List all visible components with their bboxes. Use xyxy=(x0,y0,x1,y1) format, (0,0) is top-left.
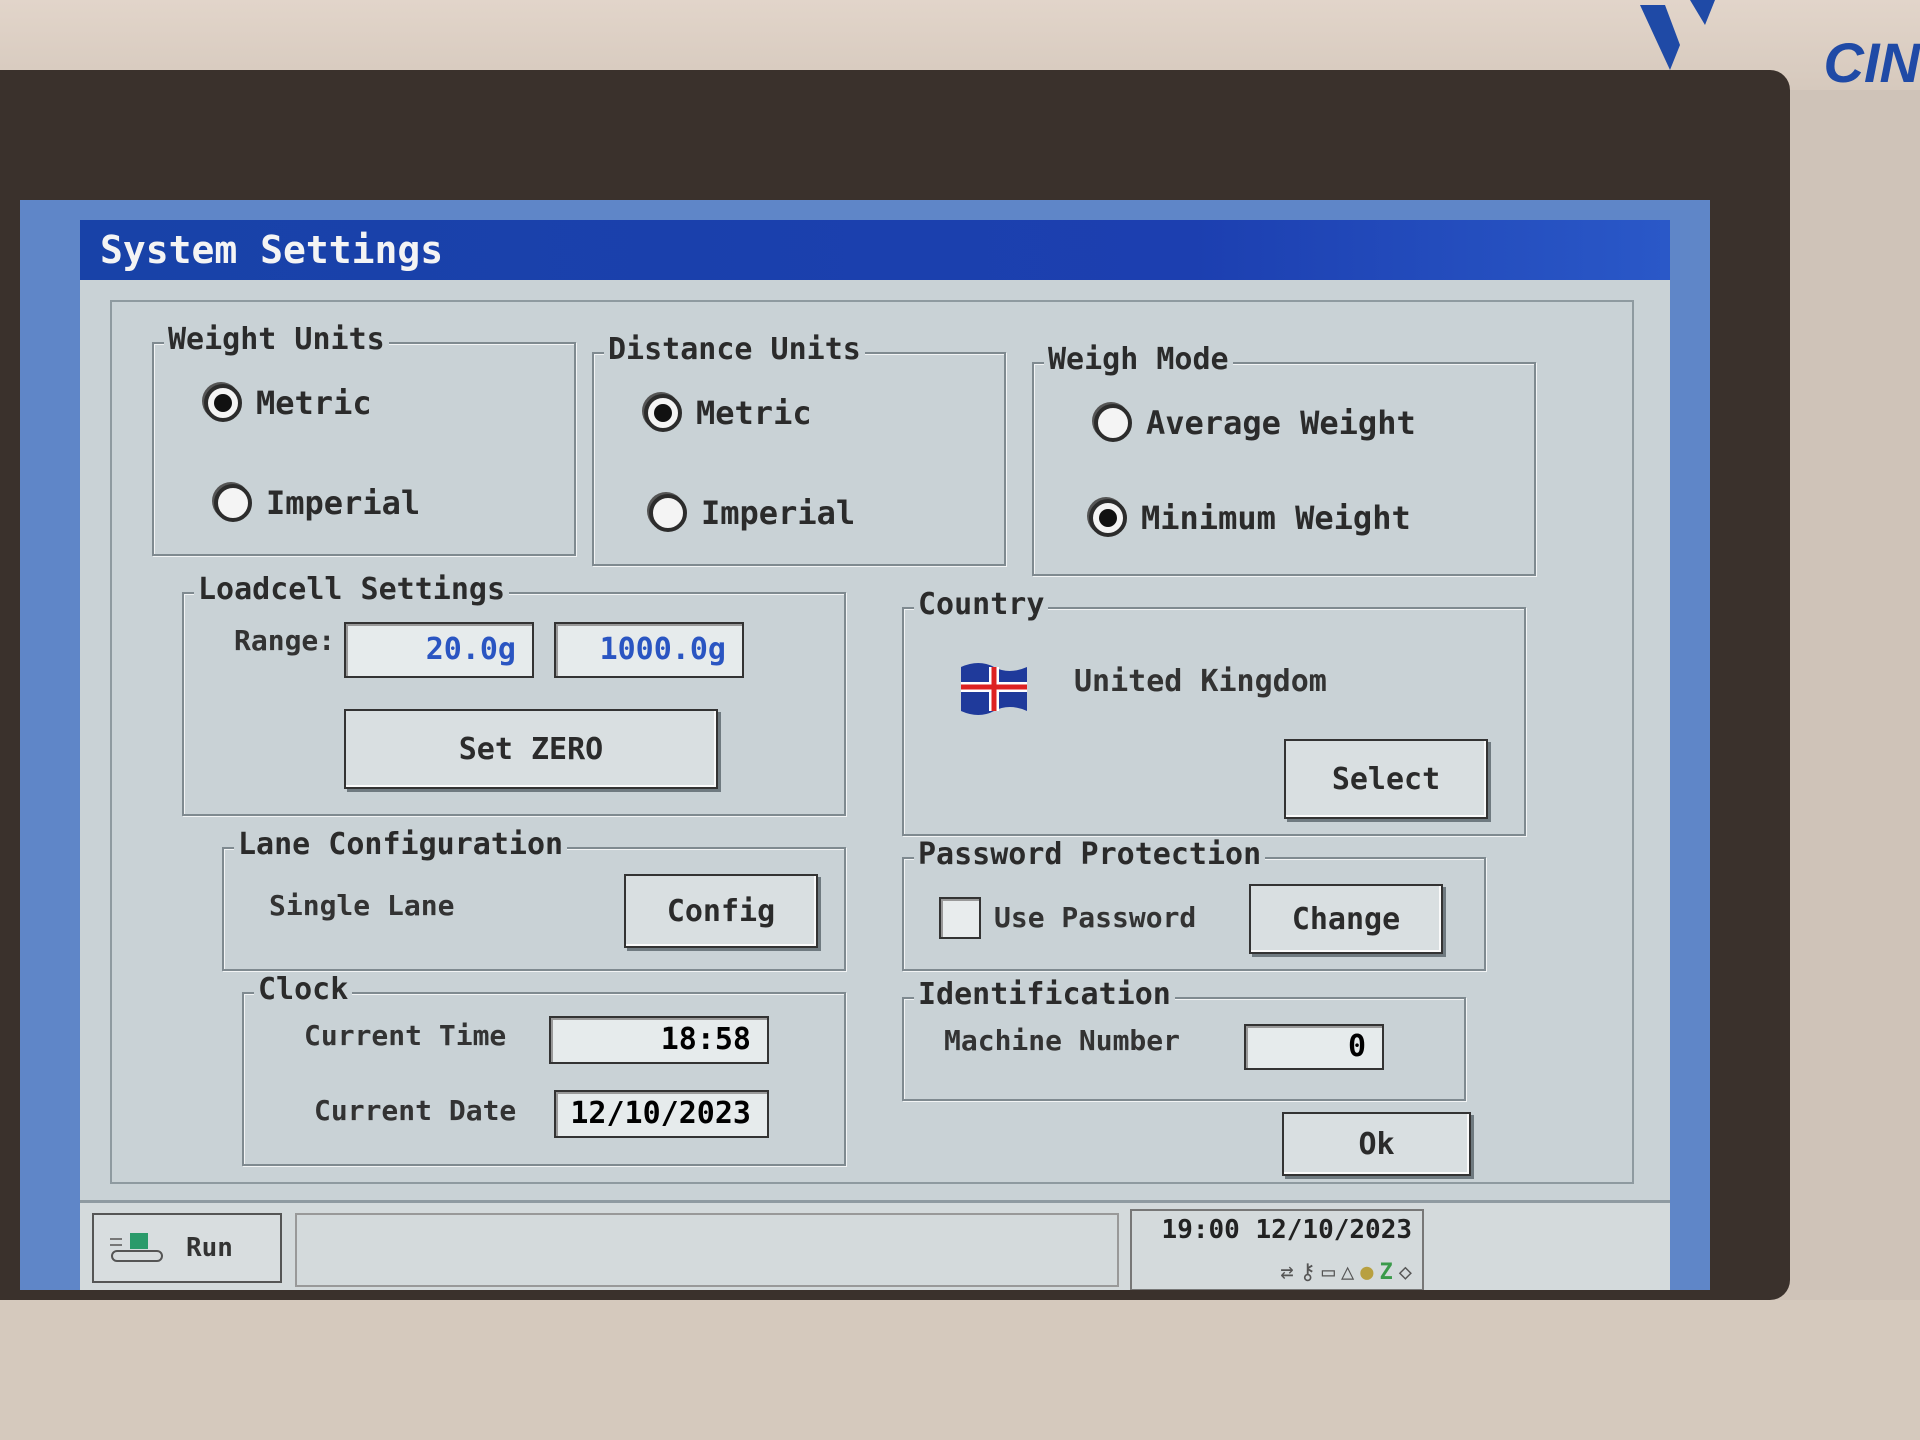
password-protection-group: Password Protection Use Password Change xyxy=(902,837,1486,971)
screen-frame: System Settings Weight Units Metric Impe… xyxy=(0,70,1790,1300)
screen: System Settings Weight Units Metric Impe… xyxy=(20,200,1710,1290)
group-title: Weight Units xyxy=(164,322,389,357)
radio-selected-icon xyxy=(1089,499,1127,537)
window-title: System Settings xyxy=(80,220,1670,280)
lane-configuration-group: Lane Configuration Single Lane Config xyxy=(222,827,846,971)
lane-value: Single Lane xyxy=(269,889,455,922)
range-min-field[interactable]: 20.0g xyxy=(344,622,534,678)
machine-number-label: Machine Number xyxy=(944,1024,1181,1057)
radio-unselected-icon xyxy=(1094,404,1132,442)
distance-units-group: Distance Units Metric Imperial xyxy=(592,332,1006,566)
set-zero-button[interactable]: Set ZERO xyxy=(344,709,718,789)
key-icon: ⚷ xyxy=(1299,1260,1316,1285)
loadcell-settings-group: Loadcell Settings Range: 20.0g 1000.0g S… xyxy=(182,572,846,816)
weight-imperial-radio[interactable]: Imperial xyxy=(214,484,420,522)
change-password-button[interactable]: Change xyxy=(1249,884,1443,954)
weight-metric-radio[interactable]: Metric xyxy=(204,384,372,422)
group-title: Loadcell Settings xyxy=(194,572,510,607)
current-date-field[interactable]: 12/10/2023 xyxy=(554,1090,769,1138)
group-title: Lane Configuration xyxy=(234,827,568,862)
run-button[interactable]: Run xyxy=(92,1213,282,1283)
group-title: Identification xyxy=(914,977,1175,1012)
ok-button[interactable]: Ok xyxy=(1282,1112,1471,1176)
radio-selected-icon xyxy=(644,394,682,432)
box-icon: ◇ xyxy=(1398,1260,1412,1285)
run-label: Run xyxy=(186,1233,233,1263)
group-title: Country xyxy=(914,587,1049,622)
device-bezel-bottom xyxy=(0,1300,1920,1440)
radio-unselected-icon xyxy=(649,494,687,532)
range-label: Range: xyxy=(234,624,336,657)
conveyor-icon xyxy=(110,1233,163,1262)
country-group: Country United Kingdom Select xyxy=(902,587,1526,836)
weigh-mode-group: Weigh Mode Average Weight Minimum Weight xyxy=(1032,342,1536,576)
uk-flag-icon xyxy=(961,663,1027,715)
taskbar: Run 19:00 12/10/2023 ⇄ ⚷ ▭ △ ● Z ◇ xyxy=(80,1200,1670,1290)
task-area xyxy=(295,1213,1119,1287)
minimum-weight-radio[interactable]: Minimum Weight xyxy=(1089,499,1411,537)
status-datetime: 19:00 12/10/2023 xyxy=(1161,1215,1412,1245)
group-title: Distance Units xyxy=(604,332,865,367)
current-date-label: Current Date xyxy=(314,1094,517,1127)
distance-imperial-radio[interactable]: Imperial xyxy=(649,494,855,532)
weight-units-group: Weight Units Metric Imperial xyxy=(152,322,576,556)
country-name: United Kingdom xyxy=(1074,664,1327,699)
group-title: Weigh Mode xyxy=(1044,342,1233,377)
select-country-button[interactable]: Select xyxy=(1284,739,1488,819)
weight-icon: △ xyxy=(1341,1260,1355,1285)
group-title: Clock xyxy=(254,972,353,1007)
range-max-field[interactable]: 1000.0g xyxy=(554,622,744,678)
system-settings-window: System Settings Weight Units Metric Impe… xyxy=(80,220,1670,1290)
network-icon: ⇄ xyxy=(1280,1260,1294,1285)
use-password-label: Use Password xyxy=(994,901,1197,934)
current-time-field[interactable]: 18:58 xyxy=(549,1016,769,1064)
group-title: Password Protection xyxy=(914,837,1266,872)
logo-text: CIN xyxy=(1823,31,1920,94)
distance-metric-radio[interactable]: Metric xyxy=(644,394,812,432)
current-time-label: Current Time xyxy=(304,1019,507,1052)
bulb-icon: ● xyxy=(1360,1260,1374,1285)
settings-content: Weight Units Metric Imperial Distance Un… xyxy=(110,300,1634,1184)
identification-group: Identification Machine Number 0 xyxy=(902,977,1466,1101)
status-icons: ⇄ ⚷ ▭ △ ● Z ◇ xyxy=(1280,1260,1412,1285)
radio-selected-icon xyxy=(204,384,242,422)
zero-icon: Z xyxy=(1379,1260,1393,1285)
status-panel: 19:00 12/10/2023 ⇄ ⚷ ▭ △ ● Z ◇ xyxy=(1130,1209,1424,1290)
logo-mark-icon xyxy=(1640,0,1715,70)
use-password-checkbox[interactable] xyxy=(939,897,981,939)
machine-number-field[interactable]: 0 xyxy=(1244,1024,1384,1070)
config-button[interactable]: Config xyxy=(624,874,818,948)
radio-unselected-icon xyxy=(214,484,252,522)
clock-group: Clock Current Time 18:58 Current Date 12… xyxy=(242,972,846,1166)
computer-icon: ▭ xyxy=(1321,1260,1335,1285)
average-weight-radio[interactable]: Average Weight xyxy=(1094,404,1416,442)
